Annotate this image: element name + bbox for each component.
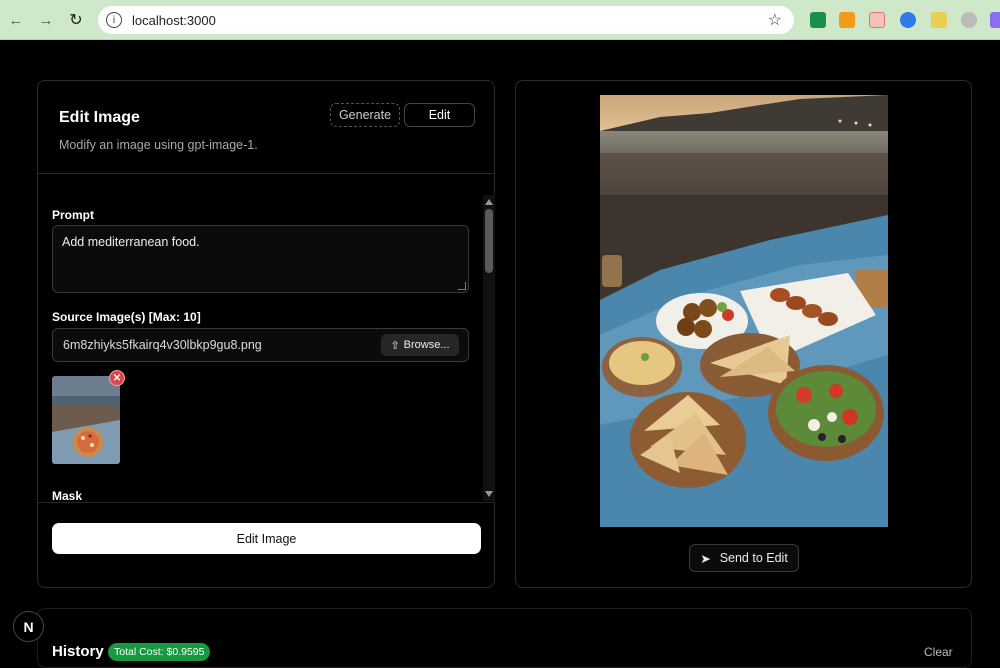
edit-mode-button[interactable]: Edit (404, 103, 475, 127)
total-cost-badge: Total Cost: $0.9595 (108, 643, 211, 661)
extension-icon[interactable] (900, 12, 916, 28)
nextjs-dev-badge[interactable]: N (13, 611, 44, 642)
browse-button[interactable]: ⇧ Browse... (381, 334, 459, 356)
address-bar[interactable]: i localhost:3000 ☆ (98, 6, 794, 34)
result-image (600, 95, 888, 527)
scroll-up-icon[interactable] (485, 199, 493, 205)
extension-icon[interactable] (990, 12, 1000, 28)
back-icon[interactable]: ← (6, 10, 26, 30)
footer-divider (38, 502, 494, 503)
send-to-edit-label: Send to Edit (719, 551, 788, 565)
extension-icon[interactable] (839, 12, 855, 28)
bookmark-star-icon[interactable]: ☆ (768, 10, 782, 30)
resize-handle-icon[interactable] (458, 282, 466, 290)
prompt-textarea[interactable]: Add mediterranean food. (52, 225, 469, 293)
panel-subtitle: Modify an image using gpt-image-1. (59, 138, 258, 152)
source-image-thumbnail (52, 376, 120, 464)
scroll-down-icon[interactable] (485, 491, 493, 497)
mask-label: Mask (52, 489, 83, 501)
history-panel: History Total Cost: $0.9595 Clear (37, 608, 972, 668)
history-title: History (52, 643, 104, 660)
forward-icon[interactable]: → (36, 10, 56, 30)
source-file-input[interactable]: 6m8zhiyks5fkairq4v30lbkp9gu8.png ⇧ Brows… (52, 328, 469, 362)
extension-icon[interactable] (810, 12, 826, 28)
panel-title: Edit Image (59, 109, 140, 126)
result-panel: ➤ Send to Edit (515, 80, 972, 588)
prompt-value: Add mediterranean food. (62, 235, 200, 249)
send-to-edit-button[interactable]: ➤ Send to Edit (689, 544, 799, 572)
url-text: localhost:3000 (132, 12, 216, 28)
send-icon: ➤ (700, 551, 711, 566)
generate-mode-button[interactable]: Generate (330, 103, 400, 127)
reload-icon[interactable]: ↻ (66, 10, 86, 30)
scroll-thumb[interactable] (485, 209, 493, 273)
upload-icon: ⇧ (390, 339, 400, 352)
edit-image-panel: Edit Image Modify an image using gpt-ima… (37, 80, 495, 588)
prompt-label: Prompt (52, 208, 94, 222)
browser-toolbar: ← → ↻ i localhost:3000 ☆ (0, 0, 1000, 40)
form-scroll-area[interactable]: Prompt Add mediterranean food. Source Im… (38, 194, 496, 501)
form-scrollbar[interactable] (483, 195, 495, 501)
site-info-icon[interactable]: i (106, 12, 122, 28)
remove-image-icon[interactable]: ✕ (109, 370, 125, 386)
edit-image-button[interactable]: Edit Image (52, 523, 481, 554)
file-name: 6m8zhiyks5fkairq4v30lbkp9gu8.png (63, 338, 262, 352)
extension-icon[interactable] (961, 12, 977, 28)
extension-icon[interactable] (869, 12, 885, 28)
clear-history-button[interactable]: Clear (924, 645, 953, 659)
header-divider (38, 173, 494, 174)
extension-icon[interactable] (931, 12, 947, 28)
browse-label: Browse... (403, 339, 450, 351)
source-images-label: Source Image(s) [Max: 10] (52, 310, 201, 324)
